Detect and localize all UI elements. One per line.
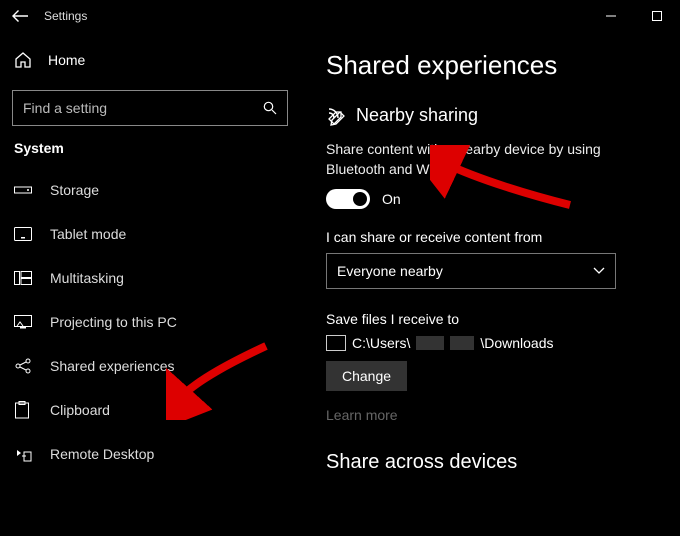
back-arrow-icon [12, 8, 28, 24]
search-icon [253, 101, 287, 115]
search-box[interactable] [12, 90, 288, 126]
window-title: Settings [44, 9, 87, 23]
sidebar-item-tablet[interactable]: Tablet mode [0, 212, 300, 256]
back-button[interactable] [0, 0, 40, 32]
minimize-button[interactable] [588, 0, 634, 32]
title-bar: Settings [0, 0, 680, 32]
sidebar-item-label: Tablet mode [50, 226, 126, 242]
save-path: C:\Users\ \Downloads [326, 335, 662, 351]
nav-home-label: Home [48, 52, 85, 68]
path-prefix: C:\Users\ [352, 335, 410, 351]
sidebar-item-remote-desktop[interactable]: Remote Desktop [0, 432, 300, 476]
sidebar-item-projecting[interactable]: Projecting to this PC [0, 300, 300, 344]
change-button[interactable]: Change [326, 361, 407, 391]
nearby-description: Share content with a nearby device by us… [326, 140, 662, 179]
redacted-text [416, 336, 444, 350]
multitask-icon [14, 271, 34, 285]
toggle-knob [353, 192, 367, 206]
share-icon [326, 106, 346, 126]
path-suffix: \Downloads [480, 335, 553, 351]
shared-icon [14, 358, 34, 374]
maximize-button[interactable] [634, 0, 680, 32]
sidebar-item-label: Projecting to this PC [50, 314, 177, 330]
share-from-value: Everyone nearby [337, 263, 443, 279]
sidebar-item-shared-experiences[interactable]: Shared experiences [0, 344, 300, 388]
folder-icon [326, 335, 346, 351]
content-pane: Shared experiences Nearby sharing Share … [300, 32, 680, 536]
save-to-label: Save files I receive to [326, 311, 662, 327]
sidebar-item-label: Multitasking [50, 270, 124, 286]
sidebar-item-label: Clipboard [50, 402, 110, 418]
sidebar-item-label: Remote Desktop [50, 446, 154, 462]
redacted-text [450, 336, 474, 350]
nearby-toggle[interactable] [326, 189, 370, 209]
section-across-heading: Share across devices [326, 451, 662, 474]
sidebar: Home System Storage Tablet mode Multitas… [0, 32, 300, 536]
section-nearby-heading: Nearby sharing [326, 105, 662, 126]
share-from-select[interactable]: Everyone nearby [326, 253, 616, 289]
sidebar-item-label: Shared experiences [50, 358, 175, 374]
share-from-label: I can share or receive content from [326, 229, 662, 245]
search-input[interactable] [13, 100, 253, 116]
learn-more-link[interactable]: Learn more [326, 407, 662, 423]
home-icon [14, 51, 32, 69]
remote-icon [14, 446, 34, 462]
nav-home[interactable]: Home [0, 38, 300, 82]
tablet-icon [14, 227, 34, 241]
clipboard-icon [14, 401, 34, 419]
sidebar-item-label: Storage [50, 182, 99, 198]
page-title: Shared experiences [326, 50, 662, 81]
sidebar-item-clipboard[interactable]: Clipboard [0, 388, 300, 432]
sidebar-item-multitasking[interactable]: Multitasking [0, 256, 300, 300]
sidebar-category: System [0, 140, 300, 168]
project-icon [14, 315, 34, 329]
chevron-down-icon [593, 267, 605, 275]
sidebar-item-storage[interactable]: Storage [0, 168, 300, 212]
section-heading-text: Nearby sharing [356, 105, 478, 126]
storage-icon [14, 184, 34, 196]
toggle-state-label: On [382, 191, 401, 207]
